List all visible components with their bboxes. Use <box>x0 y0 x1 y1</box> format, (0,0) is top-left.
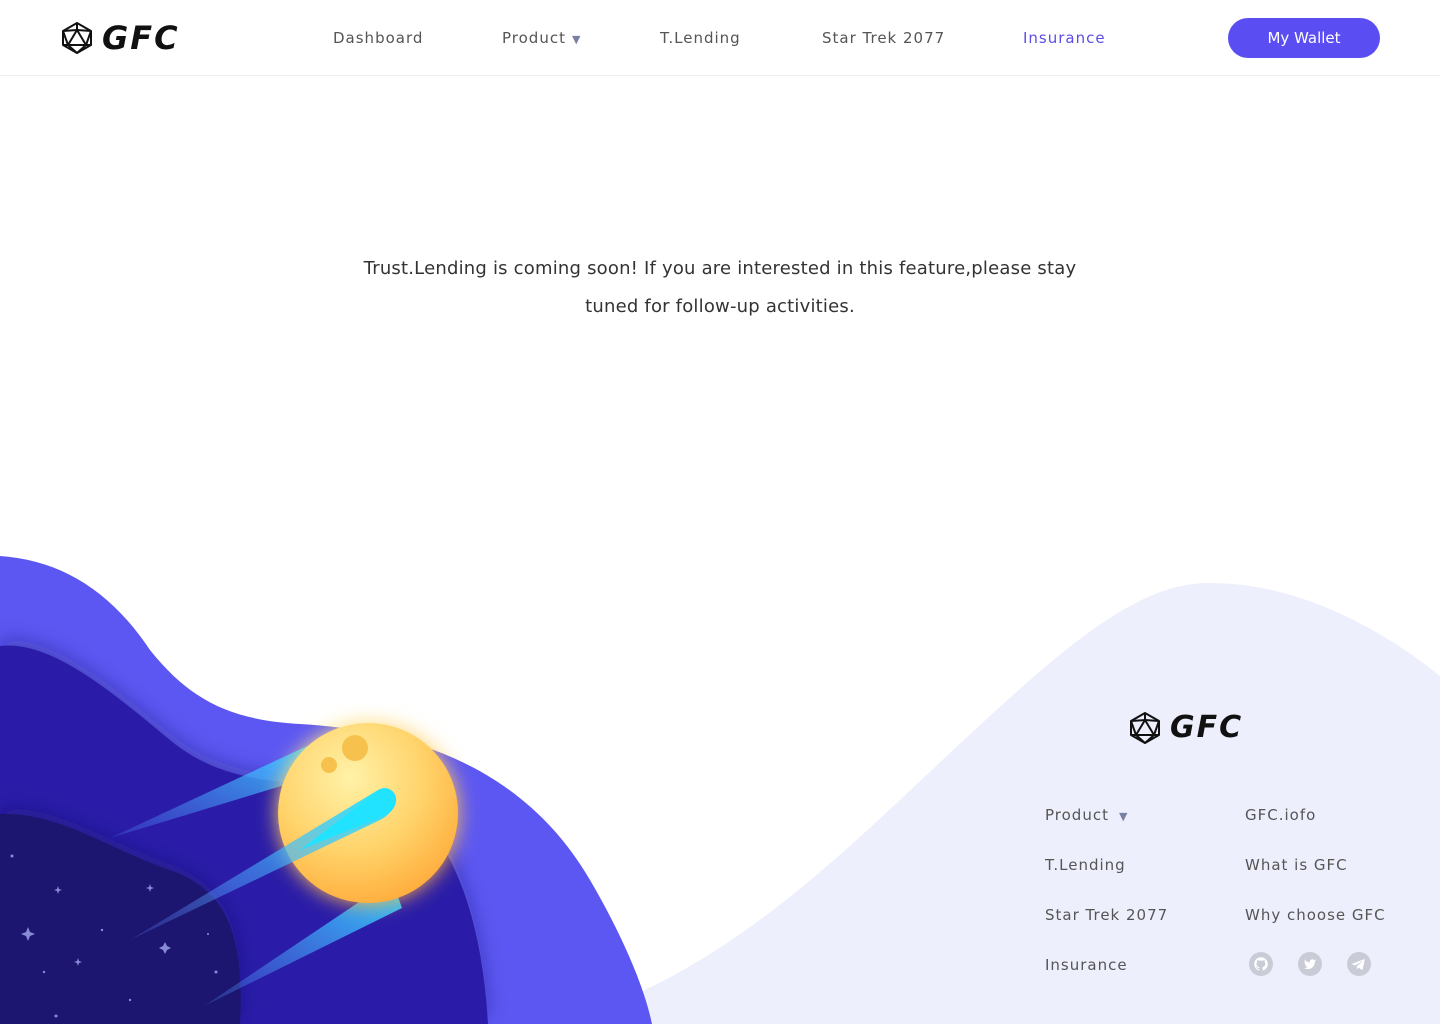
icosahedron-icon <box>62 22 92 54</box>
brand-logo[interactable]: GFC <box>60 20 180 56</box>
icosahedron-icon <box>1130 712 1160 744</box>
footer-link-product[interactable]: Product ▼ <box>1045 805 1128 827</box>
nav-insurance[interactable]: Insurance <box>1023 28 1106 48</box>
footer-link-gfc-iofo[interactable]: GFC.iofo <box>1245 805 1316 825</box>
footer-brand-name: GFC <box>1170 710 1244 745</box>
nav-t-lending[interactable]: T.Lending <box>660 28 741 48</box>
github-icon[interactable] <box>1249 952 1273 976</box>
nav-label: Insurance <box>1023 29 1106 47</box>
caret-down-icon: ▼ <box>1118 810 1129 823</box>
nav-star-trek-2077[interactable]: Star Trek 2077 <box>822 28 945 48</box>
page: GFC Dashboard Product ▼ T.Lending Star Tr… <box>0 0 1440 1024</box>
decorative-illustration <box>0 556 1440 1024</box>
footer-link-label: Product <box>1045 806 1109 824</box>
footer-link-what-is-gfc[interactable]: What is GFC <box>1245 855 1348 875</box>
my-wallet-button[interactable]: My Wallet <box>1228 18 1380 58</box>
caret-down-icon: ▼ <box>571 33 582 46</box>
nav-label: Product <box>502 29 566 47</box>
nav-dashboard[interactable]: Dashboard <box>333 28 423 48</box>
footer-link-insurance[interactable]: Insurance <box>1045 955 1128 975</box>
nav-product[interactable]: Product ▼ <box>502 28 581 50</box>
twitter-icon[interactable] <box>1298 952 1322 976</box>
brand-name: GFC <box>102 19 180 57</box>
footer-link-star-trek-2077[interactable]: Star Trek 2077 <box>1045 905 1168 925</box>
nav-label: Dashboard <box>333 29 424 47</box>
nav-label: Star Trek 2077 <box>822 29 946 47</box>
nav-label: T.Lending <box>660 29 741 47</box>
telegram-icon[interactable] <box>1347 952 1371 976</box>
footer-link-why-choose-gfc[interactable]: Why choose GFC <box>1245 905 1386 925</box>
footer-brand-logo[interactable]: GFC <box>1128 710 1243 746</box>
header: GFC Dashboard Product ▼ T.Lending Star Tr… <box>0 0 1440 76</box>
footer-link-t-lending[interactable]: T.Lending <box>1045 855 1126 875</box>
